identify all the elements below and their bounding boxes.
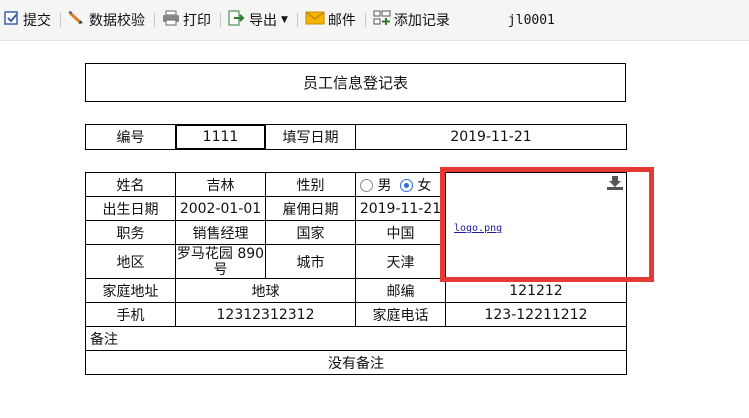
validate-label: 数据校验 [89,13,145,29]
toolbar: 提交 数据校验 打印 导出 ▼ 邮件 添加记录 jl0001 [0,0,749,41]
add-record-label: 添加记录 [393,13,450,29]
hire-field[interactable]: 2019-11-21 [355,196,446,221]
name-field[interactable]: 吉林 [175,172,266,197]
birth-label: 出生日期 [85,196,176,221]
export-button[interactable]: 导出 ▼ [224,7,294,33]
address-field[interactable]: 地球 [175,278,356,303]
gender-female-label: 女 [417,177,432,194]
separator [220,13,221,27]
remark-field[interactable]: 没有备注 [85,350,627,375]
id-field[interactable]: 1111 [175,124,266,150]
download-icon[interactable] [606,175,624,195]
employee-info-table: 姓名 吉林 性别 男 女 logo.png 出生日期 2002-01-01 雇佣… [85,172,627,375]
form-title: 员工信息登记表 [85,63,626,102]
city-label: 城市 [265,244,356,279]
mail-label: 邮件 [327,13,356,29]
birth-field[interactable]: 2002-01-01 [175,196,266,221]
fill-date-field[interactable]: 2019-11-21 [355,124,627,150]
position-label: 职务 [85,220,176,245]
photo-upload-cell[interactable]: logo.png [445,172,627,279]
country-label: 国家 [265,220,356,245]
address-label: 家庭地址 [85,278,176,303]
report-id: jl0001 [507,12,555,28]
table-row: 没有备注 [85,350,627,375]
form-title-text: 员工信息登记表 [302,74,408,92]
hire-label: 雇佣日期 [265,196,356,221]
print-label: 打印 [183,13,211,29]
gender-male-label: 男 [377,177,392,194]
separator [364,13,366,27]
table-row: 编号 1111 填写日期 2019-11-21 [85,124,627,150]
table-row: 手机 12312312312 家庭电话 123-12211212 [85,302,627,327]
gender-male-radio[interactable] [360,178,373,192]
mail-icon [305,10,325,30]
chevron-down-icon: ▼ [281,15,288,25]
country-field[interactable]: 中国 [355,220,446,245]
submit-button[interactable]: 提交 [0,7,57,33]
export-label: 导出 [249,13,277,29]
add-record-button[interactable]: 添加记录 [369,7,456,33]
export-icon [228,10,246,30]
printer-icon [162,10,180,30]
separator [60,13,61,27]
submit-label: 提交 [23,13,51,29]
add-record-icon [373,10,391,30]
header-info-table: 编号 1111 填写日期 2019-11-21 [85,124,627,150]
remark-label: 备注 [85,326,627,351]
gender-radio-group: 男 女 [355,172,446,197]
validate-button[interactable]: 数据校验 [64,7,151,33]
home-phone-field[interactable]: 123-12211212 [445,302,627,327]
mobile-label: 手机 [85,302,176,327]
print-button[interactable]: 打印 [158,7,217,33]
fill-date-label: 填写日期 [265,124,356,150]
separator [296,13,298,27]
photo-file-link[interactable]: logo.png [454,223,502,234]
table-row: 姓名 吉林 性别 男 女 logo.png [85,172,627,279]
postcode-field[interactable]: 121212 [445,278,627,303]
mobile-field[interactable]: 12312312312 [175,302,356,327]
id-label: 编号 [85,124,176,150]
table-row: 家庭地址 地球 邮编 121212 [85,278,627,303]
name-label: 姓名 [85,172,176,197]
city-field[interactable]: 天津 [355,244,446,279]
pencil-icon [68,10,86,30]
postcode-label: 邮编 [355,278,446,303]
table-row: 备注 [85,326,627,351]
gender-female-radio[interactable] [399,178,413,192]
region-label: 地区 [85,244,176,279]
mail-button[interactable]: 邮件 [301,7,362,33]
region-field[interactable]: 罗马花园 890 号 [175,244,266,279]
separator [154,13,155,27]
position-field[interactable]: 销售经理 [175,220,266,245]
home-phone-label: 家庭电话 [355,302,446,327]
submit-icon [4,10,20,30]
gender-label: 性别 [265,172,356,197]
